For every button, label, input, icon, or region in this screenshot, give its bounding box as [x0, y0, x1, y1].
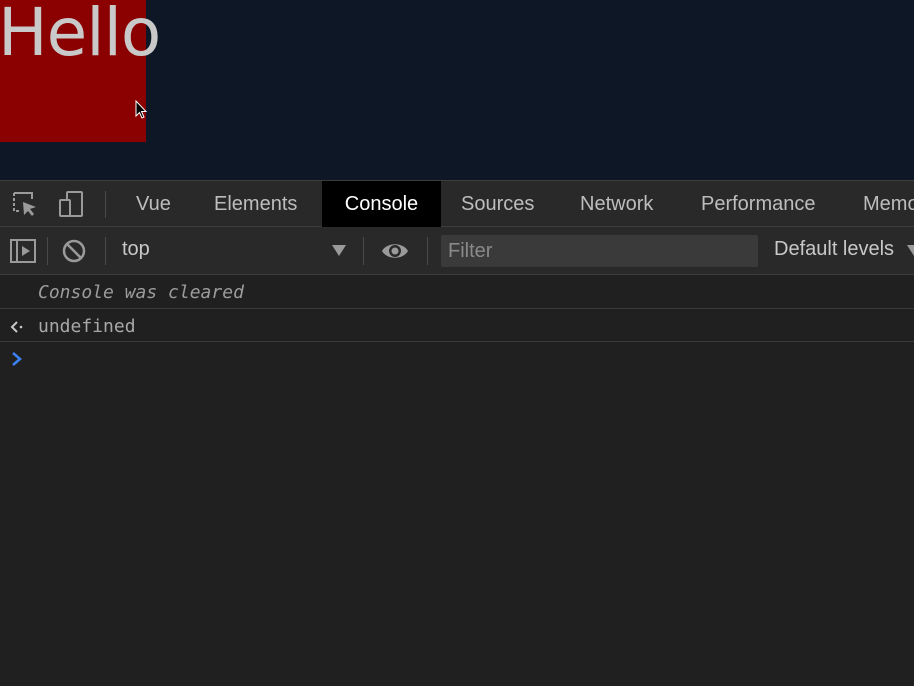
- devtools-tab-bar: Vue Elements Console Sources Network Per…: [0, 180, 914, 227]
- console-message: undefined: [0, 310, 914, 342]
- toolbar-separator: [105, 237, 106, 265]
- tab-network[interactable]: Network: [560, 181, 673, 227]
- log-levels-select[interactable]: Default levels: [774, 238, 894, 261]
- live-expression-eye-icon[interactable]: [381, 237, 409, 265]
- console-message-text: Console was cleared: [38, 282, 244, 303]
- toolbar-separator: [363, 237, 364, 265]
- console-toolbar: top Default levels: [0, 227, 914, 275]
- chevron-down-icon[interactable]: [332, 245, 346, 256]
- tab-vue[interactable]: Vue: [116, 181, 191, 227]
- clear-console-icon[interactable]: [60, 237, 88, 265]
- return-value-icon: [10, 321, 23, 333]
- mouse-cursor-icon: [135, 100, 147, 119]
- tab-console[interactable]: Console: [322, 181, 441, 227]
- execution-context-select[interactable]: top: [122, 238, 150, 261]
- toolbar-separator: [47, 237, 48, 265]
- console-prompt-icon[interactable]: [10, 351, 24, 367]
- tab-elements[interactable]: Elements: [194, 181, 317, 227]
- hello-text: Hello: [0, 0, 161, 71]
- device-toolbar-icon[interactable]: [58, 190, 86, 218]
- tab-memory[interactable]: Memo: [843, 181, 914, 227]
- toolbar-separator: [427, 237, 428, 265]
- toolbar-separator: [105, 191, 106, 218]
- page-viewport: Hello: [0, 0, 914, 180]
- console-message: Console was cleared: [0, 276, 914, 309]
- tab-sources[interactable]: Sources: [441, 181, 554, 227]
- inspect-element-icon[interactable]: [11, 190, 39, 218]
- filter-input[interactable]: [441, 235, 758, 267]
- console-message-text: undefined: [38, 316, 136, 337]
- show-sidebar-icon[interactable]: [9, 237, 37, 265]
- chevron-down-icon[interactable]: [907, 245, 914, 256]
- tab-performance[interactable]: Performance: [681, 181, 836, 227]
